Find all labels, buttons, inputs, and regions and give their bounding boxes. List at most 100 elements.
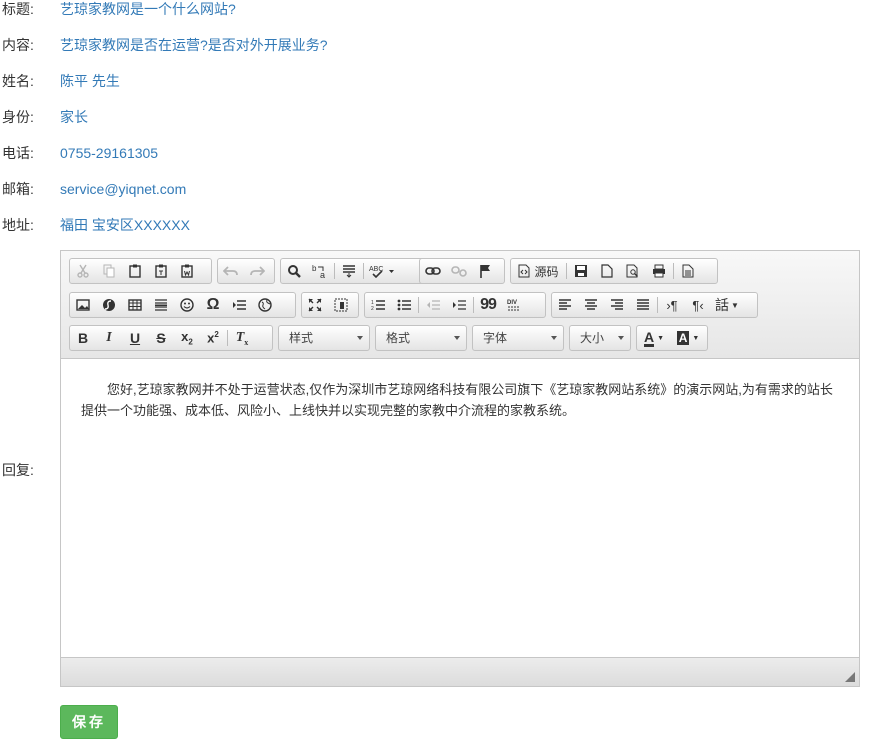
- text-color-icon[interactable]: A ▼: [637, 326, 671, 350]
- align-justify-icon[interactable]: [630, 293, 656, 317]
- subscript-icon[interactable]: x2: [174, 326, 200, 350]
- underline-button[interactable]: U: [122, 326, 148, 350]
- clipboard-group: [69, 258, 212, 284]
- field-label: 内容:: [2, 37, 34, 53]
- source-button[interactable]: 源码: [511, 259, 565, 283]
- field-value: 陈平 先生: [60, 73, 120, 89]
- unlink-icon[interactable]: [446, 259, 472, 283]
- remove-format-icon[interactable]: Tx: [229, 326, 255, 350]
- size-dropdown-label: 大小: [580, 331, 605, 345]
- align-left-icon[interactable]: [552, 293, 578, 317]
- horizontal-line-icon[interactable]: [148, 293, 174, 317]
- blockquote-icon[interactable]: 99: [475, 293, 501, 317]
- separator: [657, 297, 658, 313]
- save-doc-icon[interactable]: [568, 259, 594, 283]
- page-break-icon[interactable]: [226, 293, 252, 317]
- separator: [227, 330, 228, 346]
- format-dropdown[interactable]: 格式: [375, 325, 467, 351]
- undo-icon[interactable]: [218, 259, 244, 283]
- format-dropdown-label: 格式: [386, 331, 411, 345]
- ltr-icon[interactable]: ›¶: [659, 293, 685, 317]
- flash-icon[interactable]: [96, 293, 122, 317]
- separator: [418, 297, 419, 313]
- field-value: 家长: [60, 109, 88, 125]
- style-dropdown-label: 样式: [289, 331, 314, 345]
- chevron-down-icon: [357, 336, 363, 340]
- find-icon[interactable]: [281, 259, 307, 283]
- div-container-icon[interactable]: DIV: [501, 293, 527, 317]
- background-color-icon[interactable]: A ▼: [671, 326, 705, 350]
- outdent-icon[interactable]: [420, 293, 446, 317]
- templates-icon[interactable]: [675, 259, 701, 283]
- field-value: service@yiqnet.com: [60, 181, 187, 197]
- image-icon[interactable]: [70, 293, 96, 317]
- reply-label: 回复:: [2, 462, 34, 478]
- separator: [673, 263, 674, 279]
- insert-group: Ω: [69, 292, 296, 318]
- smiley-icon[interactable]: [174, 293, 200, 317]
- show-blocks-icon[interactable]: [328, 293, 354, 317]
- separator: [566, 263, 567, 279]
- reply-text: 您好,艺琼家教网并不处于运营状态,仅作为深圳市艺琼网络科技有限公司旗下《艺琼家教…: [81, 382, 833, 418]
- field-value: 艺琼家教网是一个什么网站?: [60, 1, 236, 17]
- new-page-icon[interactable]: [594, 259, 620, 283]
- redo-icon[interactable]: [244, 259, 270, 283]
- iframe-globe-icon[interactable]: [252, 293, 278, 317]
- rtl-icon[interactable]: ¶‹: [685, 293, 711, 317]
- bulleted-list-icon[interactable]: [391, 293, 417, 317]
- separator: [334, 263, 335, 279]
- basic-styles-group: B I U S x2 x2 Tx: [69, 325, 273, 351]
- style-dropdown[interactable]: 样式: [278, 325, 370, 351]
- field-value: 福田 宝安区XXXXXX: [60, 217, 190, 233]
- link-icon[interactable]: [420, 259, 446, 283]
- language-icon[interactable]: 話 ▼: [711, 293, 743, 317]
- chevron-down-icon: [618, 336, 624, 340]
- source-label: 源码: [534, 264, 559, 279]
- size-dropdown[interactable]: 大小: [569, 325, 631, 351]
- preview-icon[interactable]: [620, 259, 646, 283]
- view-group: [301, 292, 359, 318]
- field-value: 艺琼家教网是否在运营?是否对外开展业务?: [60, 37, 328, 53]
- field-label: 地址:: [2, 217, 34, 233]
- cut-icon[interactable]: [70, 259, 96, 283]
- source-icon: [518, 264, 530, 278]
- field-label: 邮箱:: [2, 181, 34, 197]
- select-all-icon[interactable]: [336, 259, 362, 283]
- svg-text:b: b: [312, 264, 317, 273]
- align-center-icon[interactable]: [578, 293, 604, 317]
- print-icon[interactable]: [646, 259, 672, 283]
- svg-text:DIV: DIV: [507, 300, 517, 306]
- copy-icon[interactable]: [96, 259, 122, 283]
- link-group: [419, 258, 505, 284]
- reply-editor: ba ABC 源码 Ω 1 2 99 DIV ›¶ ¶‹ 話 ▼ B I U S…: [60, 250, 860, 687]
- field-label: 标题:: [2, 1, 34, 17]
- paste-icon[interactable]: [122, 259, 148, 283]
- editor-toolbar: ba ABC 源码 Ω 1 2 99 DIV ›¶ ¶‹ 話 ▼ B I U S…: [61, 251, 859, 359]
- resize-handle-icon[interactable]: [845, 672, 855, 682]
- svg-text:a: a: [320, 270, 325, 279]
- strike-button[interactable]: S: [148, 326, 174, 350]
- paragraph-group: 12 99 DIV: [364, 292, 546, 318]
- special-char-icon[interactable]: Ω: [200, 293, 226, 317]
- history-group: [217, 258, 275, 284]
- paste-word-icon[interactable]: [174, 259, 200, 283]
- editor-content[interactable]: 您好,艺琼家教网并不处于运营状态,仅作为深圳市艺琼网络科技有限公司旗下《艺琼家教…: [61, 359, 859, 658]
- font-dropdown-label: 字体: [483, 331, 508, 345]
- document-group: 源码: [510, 258, 718, 284]
- superscript-icon[interactable]: x2: [200, 326, 226, 350]
- table-icon[interactable]: [122, 293, 148, 317]
- paste-text-icon[interactable]: [148, 259, 174, 283]
- align-group: ›¶ ¶‹ 話 ▼: [551, 292, 758, 318]
- bold-button[interactable]: B: [70, 326, 96, 350]
- align-right-icon[interactable]: [604, 293, 630, 317]
- spellcheck-icon[interactable]: ABC: [365, 259, 399, 283]
- maximize-icon[interactable]: [302, 293, 328, 317]
- font-dropdown[interactable]: 字体: [472, 325, 564, 351]
- italic-button[interactable]: I: [96, 326, 122, 350]
- separator: [363, 263, 364, 279]
- anchor-flag-icon[interactable]: [472, 259, 498, 283]
- numbered-list-icon[interactable]: 12: [365, 293, 391, 317]
- indent-icon[interactable]: [446, 293, 472, 317]
- replace-icon[interactable]: ba: [307, 259, 333, 283]
- save-button[interactable]: 保存: [60, 705, 118, 739]
